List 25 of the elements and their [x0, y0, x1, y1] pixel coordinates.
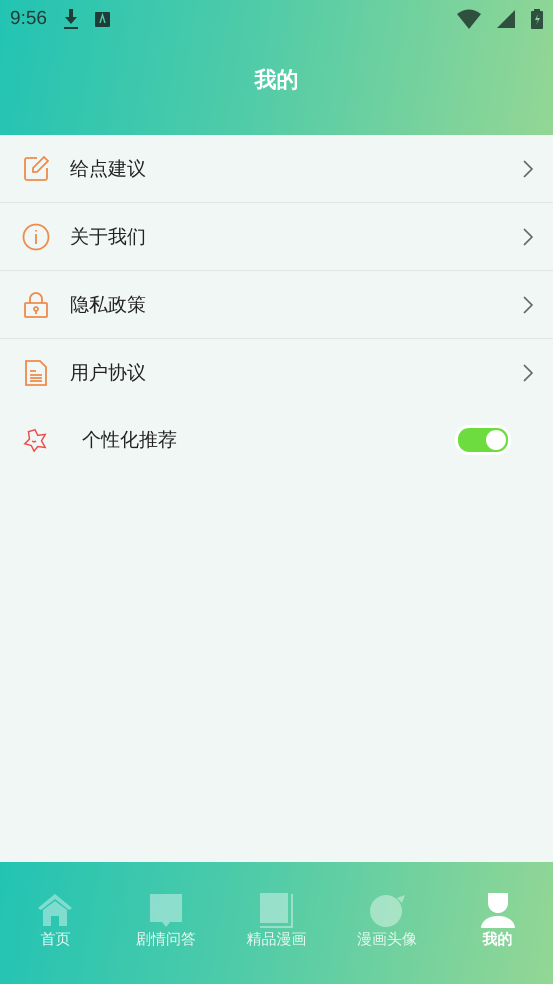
chevron-right-icon[interactable]: [523, 364, 533, 382]
download-icon: [62, 9, 79, 29]
wifi-icon: [457, 9, 481, 29]
battery-icon: [531, 9, 543, 29]
info-icon: [22, 222, 50, 250]
home-icon: [37, 892, 74, 928]
chevron-right-icon[interactable]: [523, 160, 533, 178]
user-icon: [480, 892, 516, 928]
speech-bubble-icon: [148, 892, 184, 928]
menu-item[interactable]: 给点建议: [70, 156, 523, 182]
lock-icon: [22, 290, 50, 318]
edit-icon: [22, 154, 50, 182]
chevron-right-icon[interactable]: [523, 296, 533, 314]
menu-item[interactable]: 关于我们: [70, 224, 523, 250]
star-face-icon: [22, 426, 48, 452]
keyboard-app-icon: [94, 12, 110, 26]
menu-item[interactable]: 个性化推荐: [82, 426, 455, 452]
chevron-right-icon[interactable]: [523, 228, 533, 246]
page-title: 我的: [254, 66, 298, 94]
toggle-switch[interactable]: [455, 424, 511, 454]
signal-icon: [497, 10, 515, 28]
document-icon: [22, 358, 50, 386]
menu-item[interactable]: 用户协议: [70, 360, 523, 386]
status-time: 9:56: [10, 8, 47, 30]
menu-item[interactable]: 隐私政策: [70, 292, 523, 318]
